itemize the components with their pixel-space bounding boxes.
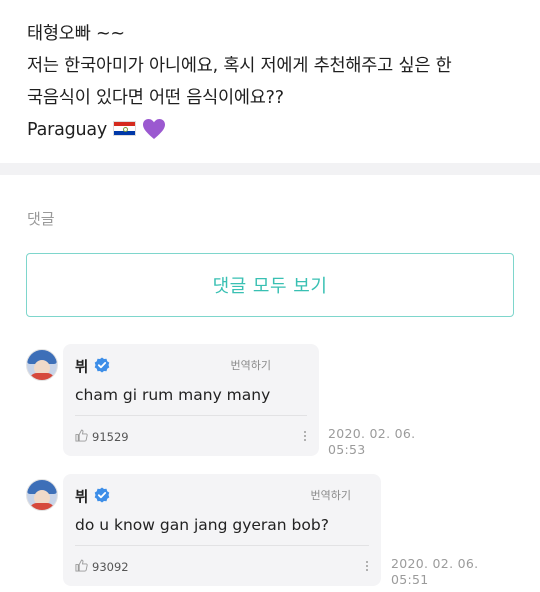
- post-line-signature: Paraguay: [27, 114, 513, 151]
- like-button[interactable]: 93092: [75, 559, 129, 575]
- comment-date: 2020. 02. 06. 05:51: [391, 556, 478, 588]
- more-options-icon[interactable]: [303, 429, 307, 443]
- author-name: 뷔: [75, 490, 89, 506]
- more-options-icon[interactable]: [365, 559, 369, 573]
- comment-text: do u know gan jang gyeran bob?: [75, 516, 329, 534]
- post-line-question: 저는 한국아미가 아니에요, 혹시 저에게 추천해주고 싶은 한: [27, 56, 452, 76]
- post-country: Paraguay: [27, 120, 108, 140]
- thumbs-up-icon: [75, 429, 88, 445]
- comment-date-day: 2020. 02. 06.: [391, 556, 479, 571]
- comment-author: 뷔: [75, 356, 110, 377]
- avatar[interactable]: [26, 479, 58, 511]
- comment-date-time: 05:51: [391, 572, 429, 587]
- comments-section-title: 댓글: [27, 210, 55, 228]
- avatar[interactable]: [26, 349, 58, 381]
- view-all-comments-button[interactable]: 댓글 모두 보기: [26, 253, 514, 317]
- comment-bubble: 뷔 번역하기 cham gi rum many many 91529: [63, 344, 319, 456]
- like-button[interactable]: 91529: [75, 429, 129, 445]
- post-line-greeting: 태형오빠 ~~: [27, 24, 125, 44]
- translate-button[interactable]: 번역하기: [231, 357, 271, 373]
- comment-divider: [75, 415, 307, 416]
- comment-date-time: 05:53: [328, 442, 366, 457]
- post-content: 태형오빠 ~~ 저는 한국아미가 아니에요, 혹시 저에게 추천해주고 싶은 한…: [0, 0, 540, 146]
- comment-date: 2020. 02. 06. 05:53: [328, 426, 415, 458]
- section-divider: [0, 163, 540, 175]
- verified-badge-icon: [94, 487, 110, 507]
- translate-button[interactable]: 번역하기: [311, 487, 351, 503]
- comment-bubble: 뷔 번역하기 do u know gan jang gyeran bob? 93…: [63, 474, 381, 586]
- like-count: 91529: [92, 430, 129, 444]
- paraguay-flag-icon: [113, 121, 137, 136]
- like-count: 93092: [92, 560, 129, 574]
- purple-heart-icon: [142, 118, 166, 151]
- comment-author: 뷔: [75, 486, 110, 507]
- post-line-question-cont: 국음식이 있다면 어떤 음식이에요??: [27, 88, 284, 108]
- verified-badge-icon: [94, 357, 110, 377]
- comment-date-day: 2020. 02. 06.: [328, 426, 416, 441]
- comment-text: cham gi rum many many: [75, 386, 271, 404]
- author-name: 뷔: [75, 360, 89, 376]
- thumbs-up-icon: [75, 559, 88, 575]
- comment-divider: [75, 545, 369, 546]
